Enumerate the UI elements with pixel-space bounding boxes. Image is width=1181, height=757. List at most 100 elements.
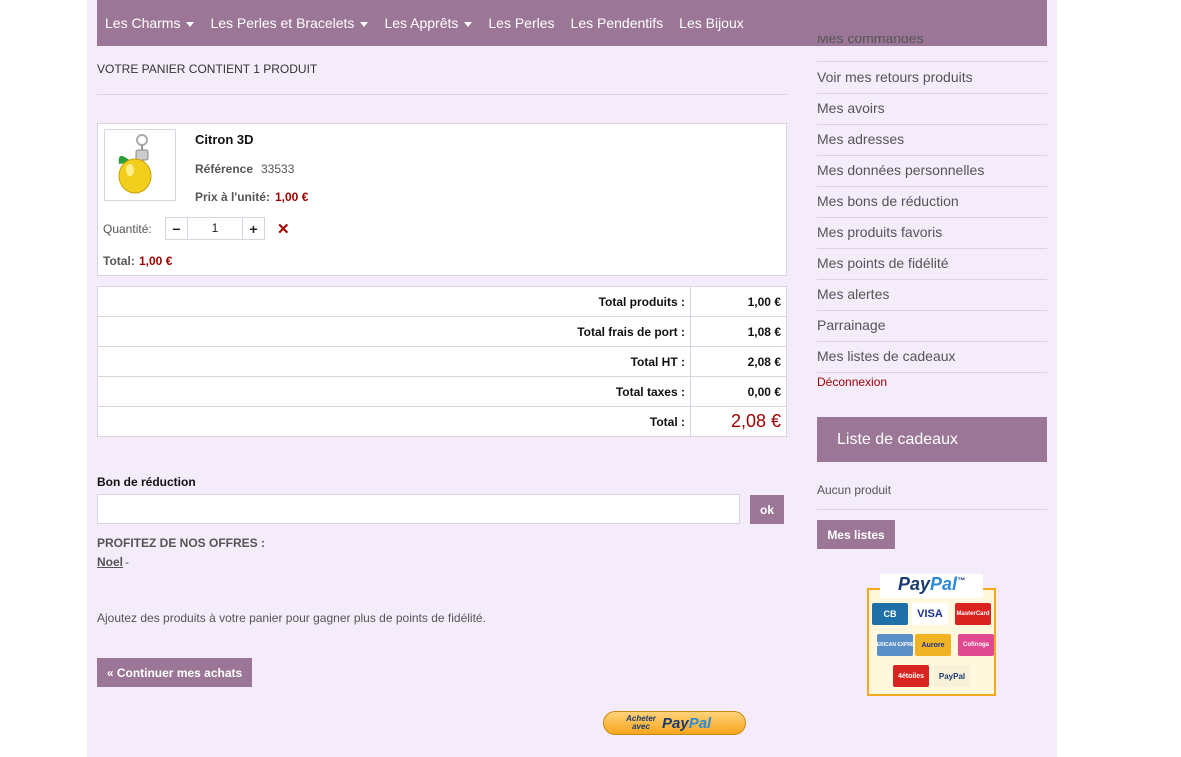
voucher-ok-button[interactable]: ok <box>750 495 784 524</box>
cart-product: Citron 3D Référence 33533 Prix à l'unité… <box>97 123 787 276</box>
minus-icon: − <box>172 220 181 237</box>
nav-label: Les Apprêts <box>384 15 459 31</box>
sidebar-item-gift-lists[interactable]: Mes listes de cadeaux <box>817 348 1047 373</box>
unit-price-label: Prix à l'unité: <box>195 190 270 204</box>
sidebar-item-label: Mes points de fidélité <box>817 255 949 271</box>
sidebar-item-loyalty[interactable]: Mes points de fidélité <box>817 255 1047 280</box>
sidebar-item-label: Mes bons de réduction <box>817 193 959 209</box>
totals-value: 2,08 € <box>690 346 787 377</box>
sidebar-item-vouchers[interactable]: Mes bons de réduction <box>817 193 1047 218</box>
caret-down-icon <box>360 21 369 27</box>
nav-label: Les Charms <box>105 15 181 31</box>
sidebar-item-label: Mes produits favoris <box>817 224 943 240</box>
gift-list-header: Liste de cadeaux <box>817 417 1047 462</box>
sidebar-item-label: Mes commandes <box>817 36 924 46</box>
voucher-input[interactable] <box>97 494 740 524</box>
lemon-charm-image <box>118 134 152 194</box>
paypal-brand-part: Pay <box>897 574 930 594</box>
payment-card-icon: Aurore <box>915 634 951 656</box>
nav-item-charms[interactable]: Les Charms <box>105 15 195 31</box>
paypal-checkout-button[interactable]: Acheter avec PayPal <box>603 711 746 735</box>
payment-card-icon: MasterCard <box>955 603 991 625</box>
reference-value: 33533 <box>261 162 295 176</box>
payment-card-icon: VISA <box>912 603 948 625</box>
nav-label: Les Bijoux <box>679 15 744 31</box>
nav-item-bijoux[interactable]: Les Bijoux <box>679 15 744 31</box>
totals-value: 0,00 € <box>690 376 787 407</box>
line-total-label: Total: <box>103 254 135 268</box>
loyalty-message: Ajoutez des produits à votre panier pour… <box>97 611 486 625</box>
totals-row: Total HT : 2,08 € <box>97 346 787 377</box>
totals-row: Total frais de port : 1,08 € <box>97 316 787 347</box>
nav-label: Les Perles <box>488 15 555 31</box>
paypal-checkout-label: Acheter avec <box>626 714 656 731</box>
payment-card-icon: 4étoiles <box>893 665 929 687</box>
sidebar-item-referral[interactable]: Parrainage <box>817 317 1047 342</box>
totals-label: Total produits : <box>97 286 691 317</box>
payment-card-icon: PayPal <box>934 665 970 687</box>
reference-label: Référence <box>195 162 254 176</box>
sidebar-item-returns[interactable]: Voir mes retours produits <box>817 69 1047 94</box>
voucher-title: Bon de réduction <box>97 475 196 489</box>
trademark-mark: ™ <box>957 576 966 585</box>
nav-label: Les Pendentifs <box>570 15 664 31</box>
sidebar-item-personal-data[interactable]: Mes données personnelles <box>817 162 1047 187</box>
unit-price-value: 1,00 € <box>275 190 309 204</box>
paypal-logo-icon: PayPal™ <box>880 574 983 598</box>
sidebar-item-label: Mes listes de cadeaux <box>817 348 956 364</box>
line-total-value: 1,00 € <box>139 254 173 268</box>
nav-item-pendentifs[interactable]: Les Pendentifs <box>571 15 664 31</box>
sidebar-item-label: Parrainage <box>817 317 886 333</box>
product-name[interactable]: Citron 3D <box>195 132 254 147</box>
quantity-input[interactable]: 1 <box>188 217 242 240</box>
sidebar-item-label: Mes adresses <box>817 131 905 147</box>
sidebar-item-credits[interactable]: Mes avoirs <box>817 100 1047 125</box>
offer-link-noel[interactable]: Noel <box>97 555 123 569</box>
cart-title: VOTRE PANIER CONTIENT 1 PRODUIT <box>97 62 318 76</box>
gift-list-empty: Aucun produit <box>817 483 1047 510</box>
caret-down-icon <box>186 21 195 27</box>
totals-row: Total taxes : 0,00 € <box>97 376 787 407</box>
sidebar-item-addresses[interactable]: Mes adresses <box>817 131 1047 156</box>
sidebar-item-label: Mes données personnelles <box>817 162 985 178</box>
paypal-brand-part: Pay <box>662 714 689 732</box>
my-lists-button[interactable]: Mes listes <box>817 520 895 549</box>
quantity-increase-button[interactable]: + <box>242 217 265 240</box>
paypal-brand-part: Pal <box>930 574 958 594</box>
paypal-brand-part: Pal <box>688 714 712 732</box>
offers-title: PROFITEZ DE NOS OFFRES : <box>97 536 266 550</box>
sidebar-item-alerts[interactable]: Mes alertes <box>817 286 1047 311</box>
offer-separator: - <box>125 555 129 569</box>
paypal-logo-icon: PayPal <box>662 715 711 732</box>
sidebar-item-orders[interactable]: Mes commandes <box>817 36 1047 62</box>
continue-shopping-button[interactable]: « Continuer mes achats <box>97 658 252 687</box>
grand-total-label: Total : <box>97 406 691 437</box>
totals-label: Total HT : <box>97 346 691 377</box>
totals-label: Total taxes : <box>97 376 691 407</box>
totals-value: 1,00 € <box>690 286 787 317</box>
product-thumbnail[interactable] <box>104 129 176 201</box>
sidebar-item-label: Voir mes retours produits <box>817 69 973 85</box>
cart-totals-table: Total produits : 1,00 € Total frais de p… <box>97 286 787 437</box>
sidebar-item-favorites[interactable]: Mes produits favoris <box>817 224 1047 249</box>
plus-icon: + <box>249 220 258 237</box>
nav-item-perles-bracelets[interactable]: Les Perles et Bracelets <box>210 15 369 31</box>
caret-down-icon <box>464 21 473 27</box>
payment-card-icon: Cofinoga <box>958 634 994 656</box>
totals-row: Total : 2,08 € <box>97 406 787 437</box>
payment-card-icon: AMERICAN EXPRESS <box>877 634 913 656</box>
totals-value: 1,08 € <box>690 316 787 347</box>
nav-item-apprets[interactable]: Les Apprêts <box>384 15 473 31</box>
nav-label: Les Perles et Bracelets <box>210 15 355 31</box>
grand-total-value: 2,08 € <box>690 406 787 437</box>
quantity-decrease-button[interactable]: − <box>165 217 188 240</box>
quantity-label: Quantité: <box>103 222 152 236</box>
remove-item-icon[interactable]: ✕ <box>277 220 290 238</box>
totals-label: Total frais de port : <box>97 316 691 347</box>
sidebar-item-label: Mes alertes <box>817 286 890 302</box>
divider <box>97 94 787 95</box>
sidebar-item-label: Mes avoirs <box>817 100 885 116</box>
logout-link[interactable]: Déconnexion <box>817 375 887 389</box>
nav-item-perles[interactable]: Les Perles <box>488 15 554 31</box>
payment-card-icon: CB <box>872 603 908 625</box>
